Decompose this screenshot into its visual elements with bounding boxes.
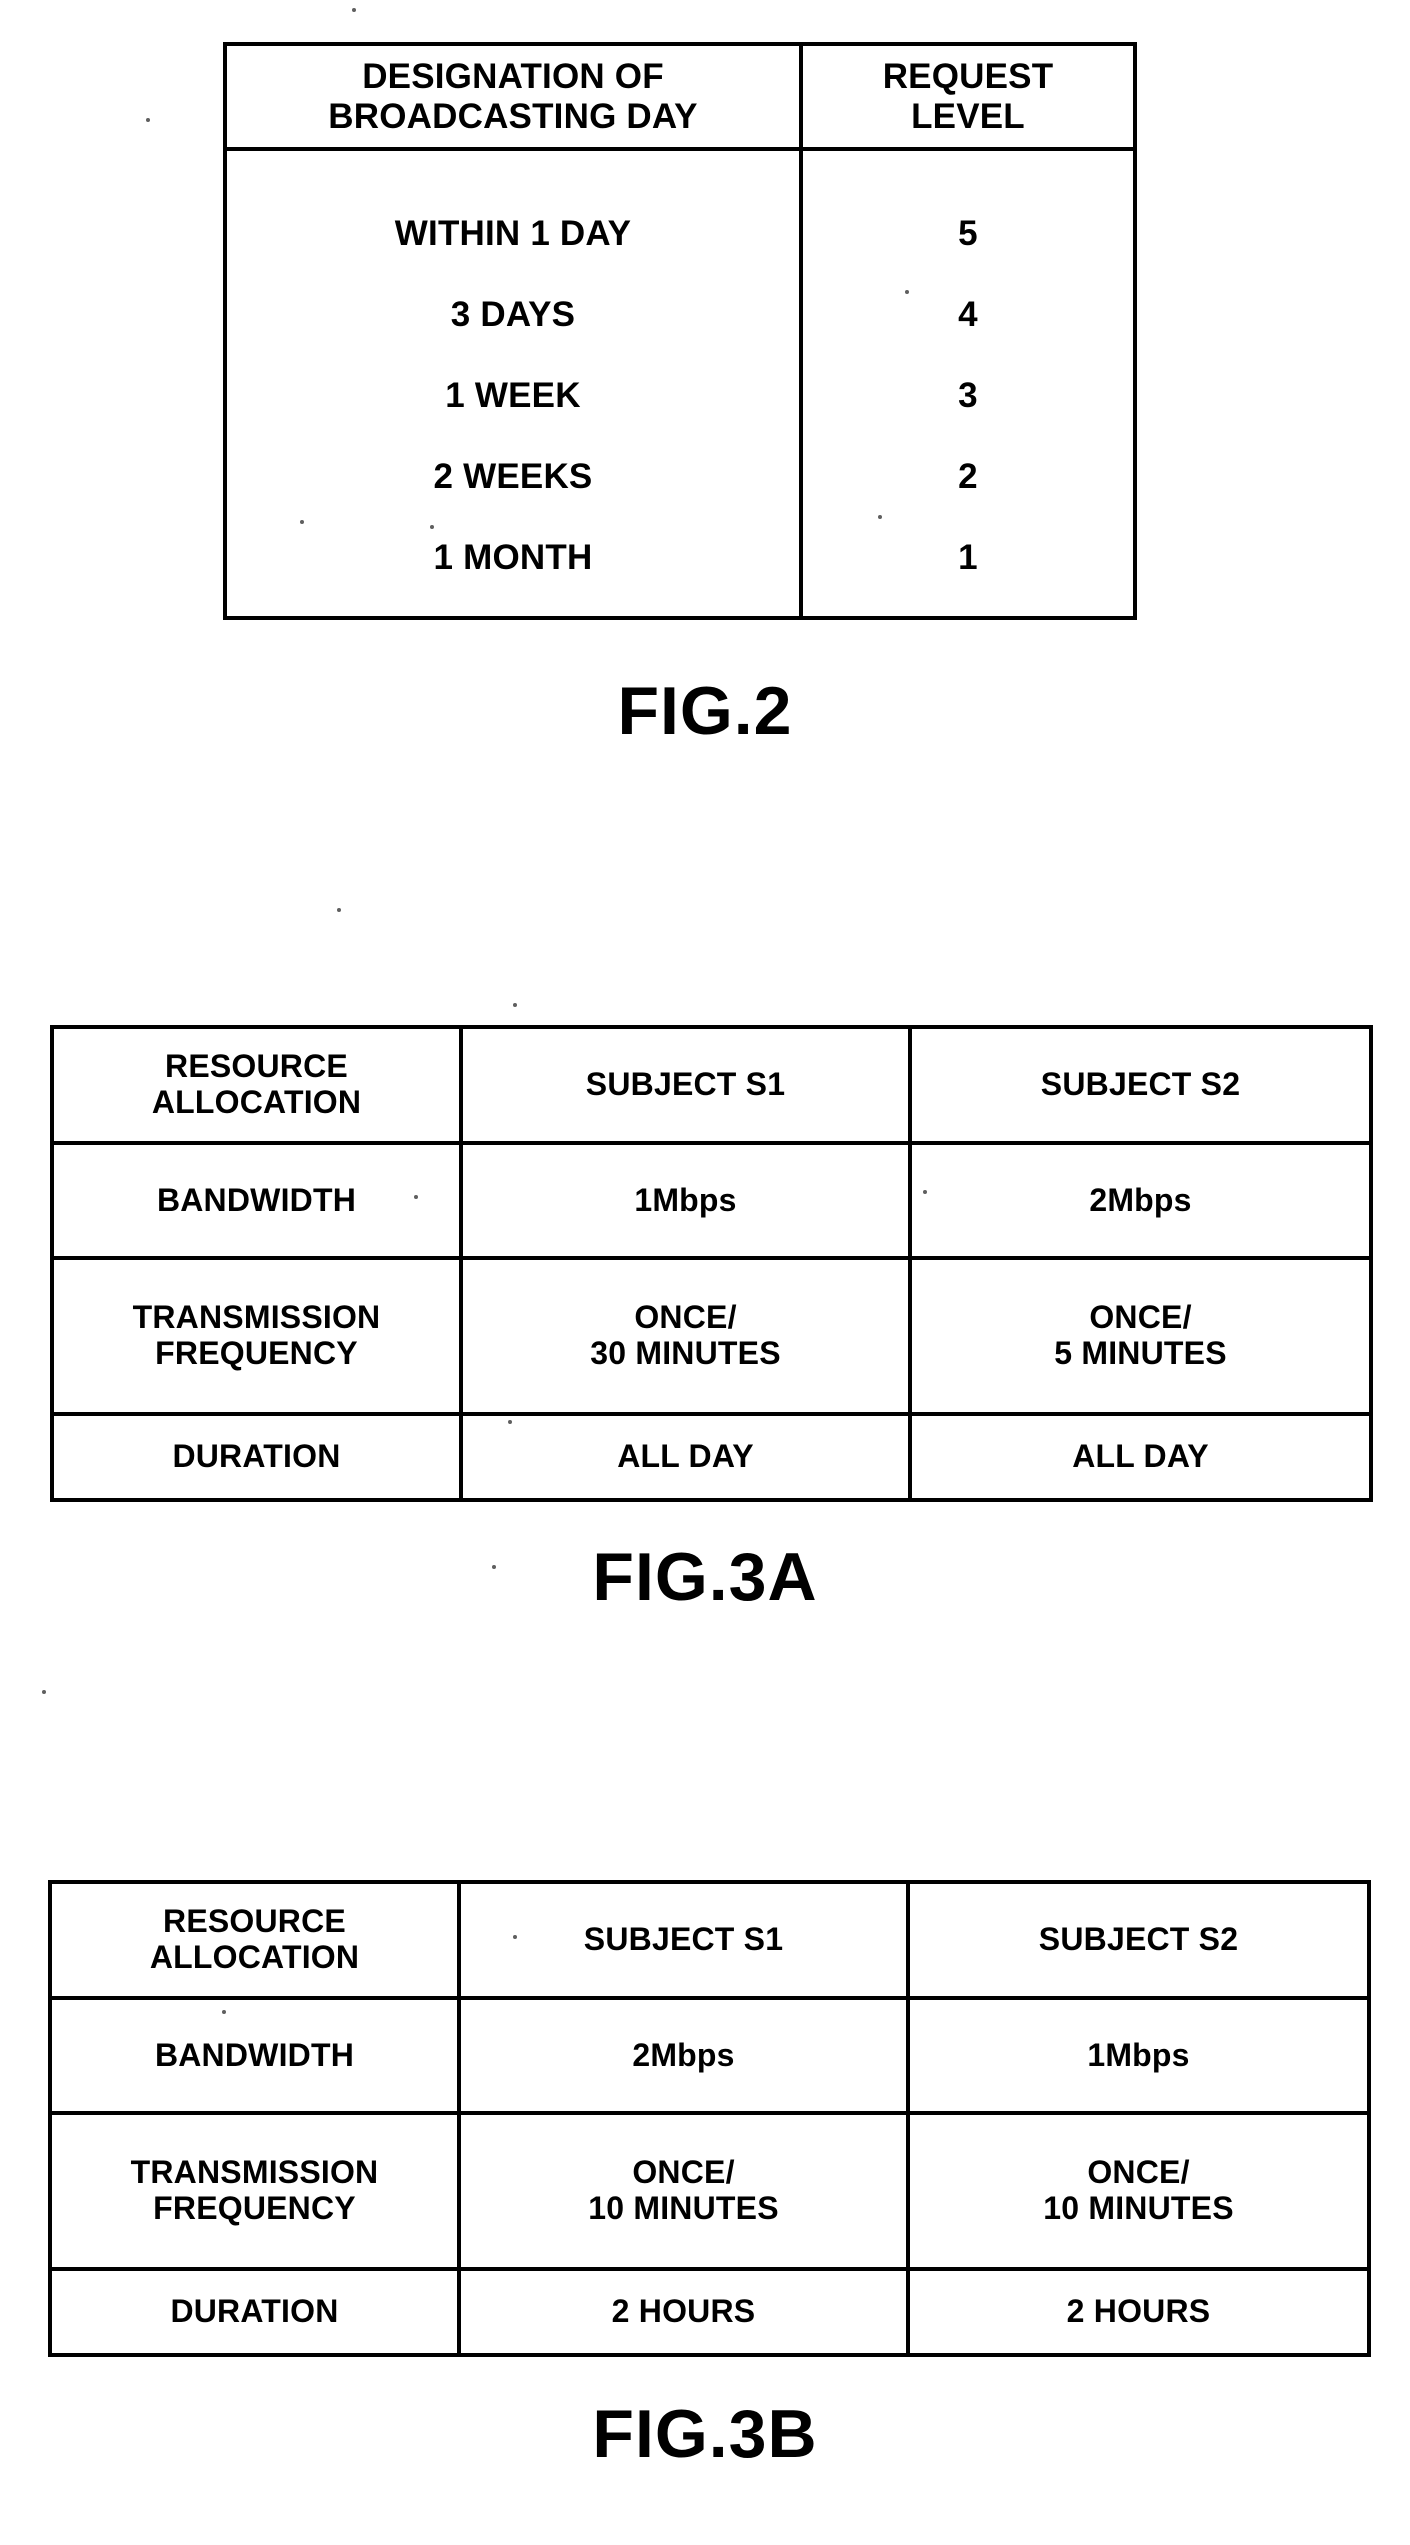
table-row: TRANSMISSION FREQUENCY ONCE/ 10 MINUTES … [48, 2111, 1371, 2271]
scan-speckle [42, 1690, 46, 1694]
cell-transmission-frequency-s2: ONCE/ 10 MINUTES [906, 2111, 1371, 2271]
scan-speckle [513, 1003, 517, 1007]
scan-speckle [492, 1565, 496, 1569]
header-subject-s1: SUBJECT S1 [459, 1025, 912, 1145]
scan-speckle [430, 525, 434, 529]
scan-speckle [352, 8, 356, 12]
designation-list: WITHIN 1 DAY 3 DAYS 1 WEEK 2 WEEKS 1 MON… [227, 151, 799, 616]
cell-bandwidth-s2: 1Mbps [906, 1996, 1371, 2115]
row-label-duration: DURATION [48, 2267, 461, 2357]
header-line-2: LEVEL [911, 96, 1025, 136]
list-item: 2 WEEKS [433, 457, 593, 496]
header-resource-allocation: RESOURCE ALLOCATION [48, 1880, 461, 2000]
table-row: TRANSMISSION FREQUENCY ONCE/ 30 MINUTES … [50, 1256, 1373, 1416]
row-label-transmission-frequency: TRANSMISSION FREQUENCY [50, 1256, 463, 1416]
header-line-2: ALLOCATION [149, 1939, 360, 1975]
cell-transmission-frequency-s1: ONCE/ 10 MINUTES [457, 2111, 910, 2271]
list-item: 3 [958, 376, 978, 415]
table-row: DURATION 2 HOURS 2 HOURS [48, 2267, 1371, 2357]
header-line-1: DESIGNATION OF [362, 57, 664, 97]
cell-transmission-frequency-s1: ONCE/ 30 MINUTES [459, 1256, 912, 1416]
header-subject-s1: SUBJECT S1 [457, 1880, 910, 2000]
header-line-1: RESOURCE [165, 1048, 348, 1085]
list-item: 1 WEEK [445, 376, 581, 415]
header-line-1: RESOURCE [163, 1903, 346, 1940]
cell-bandwidth-s1: 2Mbps [457, 1996, 910, 2115]
header-resource-allocation: RESOURCE ALLOCATION [50, 1025, 463, 1145]
resource-allocation-table-b: RESOURCE ALLOCATION SUBJECT S1 SUBJECT S… [48, 1880, 1371, 2357]
scan-speckle [414, 1195, 418, 1199]
scan-speckle [878, 515, 882, 519]
table-body-row: WITHIN 1 DAY 3 DAYS 1 WEEK 2 WEEKS 1 MON… [223, 147, 1137, 620]
row-label-bandwidth: BANDWIDTH [50, 1141, 463, 1260]
list-item: 4 [958, 295, 978, 334]
header-line-1: REQUEST [882, 57, 1054, 97]
table-header-row: DESIGNATION OF BROADCASTING DAY REQUEST … [223, 42, 1137, 151]
scan-speckle [508, 1420, 512, 1424]
list-item: 1 [958, 538, 978, 577]
figure-caption-fig3b: FIG.3B [592, 2396, 818, 2472]
table-row: DURATION ALL DAY ALL DAY [50, 1412, 1373, 1502]
request-level-table: DESIGNATION OF BROADCASTING DAY REQUEST … [223, 42, 1137, 620]
cell-duration-s1: 2 HOURS [457, 2267, 910, 2357]
request-level-list: 5 4 3 2 1 [803, 151, 1133, 616]
row-label-duration: DURATION [50, 1412, 463, 1502]
header-line-2: BROADCASTING DAY [328, 96, 698, 136]
scan-speckle [222, 2010, 226, 2014]
table-header-row: RESOURCE ALLOCATION SUBJECT S1 SUBJECT S… [48, 1880, 1371, 2000]
table-row: BANDWIDTH 2Mbps 1Mbps [48, 1996, 1371, 2115]
list-item: 2 [958, 457, 978, 496]
list-item: WITHIN 1 DAY [394, 214, 632, 253]
scan-speckle [300, 520, 304, 524]
list-item: 3 DAYS [450, 295, 576, 334]
header-subject-s2: SUBJECT S2 [906, 1880, 1371, 2000]
designation-column-body: WITHIN 1 DAY 3 DAYS 1 WEEK 2 WEEKS 1 MON… [223, 147, 803, 620]
cell-duration-s1: ALL DAY [459, 1412, 912, 1502]
header-designation-of-broadcasting-day: DESIGNATION OF BROADCASTING DAY [223, 42, 803, 151]
scan-speckle [905, 290, 909, 294]
row-label-bandwidth: BANDWIDTH [48, 1996, 461, 2115]
scan-speckle [146, 118, 150, 122]
patent-drawing-page: DESIGNATION OF BROADCASTING DAY REQUEST … [0, 0, 1410, 2545]
request-level-column-body: 5 4 3 2 1 [799, 147, 1137, 620]
cell-duration-s2: 2 HOURS [906, 2267, 1371, 2357]
cell-duration-s2: ALL DAY [908, 1412, 1373, 1502]
table-header-row: RESOURCE ALLOCATION SUBJECT S1 SUBJECT S… [50, 1025, 1373, 1145]
cell-transmission-frequency-s2: ONCE/ 5 MINUTES [908, 1256, 1373, 1416]
cell-bandwidth-s2: 2Mbps [908, 1141, 1373, 1260]
header-request-level: REQUEST LEVEL [799, 42, 1137, 151]
table-row: BANDWIDTH 1Mbps 2Mbps [50, 1141, 1373, 1260]
cell-bandwidth-s1: 1Mbps [459, 1141, 912, 1260]
resource-allocation-table-a: RESOURCE ALLOCATION SUBJECT S1 SUBJECT S… [50, 1025, 1373, 1502]
list-item: 5 [958, 214, 978, 253]
scan-speckle [513, 1935, 517, 1939]
row-label-transmission-frequency: TRANSMISSION FREQUENCY [48, 2111, 461, 2271]
scan-speckle [337, 908, 341, 912]
figure-caption-fig3a: FIG.3A [592, 1539, 818, 1615]
figure-caption-fig2: FIG.2 [617, 673, 793, 749]
list-item: 1 MONTH [433, 538, 593, 577]
scan-speckle [923, 1190, 927, 1194]
header-subject-s2: SUBJECT S2 [908, 1025, 1373, 1145]
header-line-2: ALLOCATION [151, 1084, 362, 1120]
